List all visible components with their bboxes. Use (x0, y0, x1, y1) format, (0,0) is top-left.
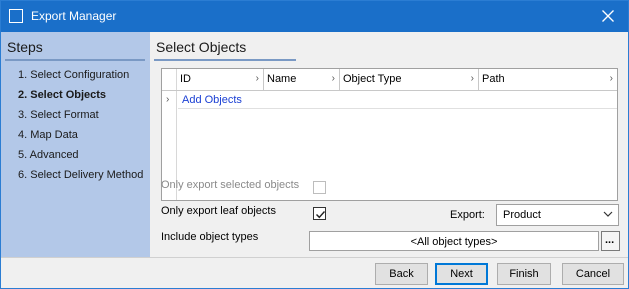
include-object-types-value: <All object types> (410, 236, 498, 248)
chevron-right-icon: › (255, 73, 259, 84)
only-export-selected-label: Only export selected objects (161, 179, 300, 191)
back-button[interactable]: Back (375, 263, 428, 285)
steps-panel: Steps 1. Select Configuration 2. Select … (1, 32, 150, 257)
next-button[interactable]: Next (435, 263, 488, 285)
title-bar: Export Manager (1, 1, 628, 32)
cancel-button-label: Cancel (575, 268, 611, 280)
next-button-label: Next (450, 268, 473, 280)
chevron-right-icon: › (470, 73, 474, 84)
main-panel: Select Objects › ID › Name › Object Type… (150, 32, 628, 257)
column-header-path[interactable]: Path › (479, 69, 617, 90)
chevron-down-icon (603, 211, 613, 217)
chevron-right-icon: › (331, 73, 335, 84)
chevron-right-icon: › (609, 73, 613, 84)
include-object-types-field[interactable]: <All object types> (309, 231, 599, 251)
cancel-button[interactable]: Cancel (562, 263, 624, 285)
export-manager-window: Export Manager Steps 1. Select Configura… (0, 0, 629, 289)
column-header-name[interactable]: Name › (264, 69, 340, 90)
close-button[interactable] (588, 1, 628, 32)
steps-heading: Steps (7, 39, 43, 55)
footer-divider (1, 257, 628, 258)
export-select[interactable]: Product (496, 204, 619, 226)
browse-object-types-button[interactable]: ... (601, 231, 620, 251)
app-window-icon (9, 9, 23, 23)
step-select-format: 3. Select Format (18, 109, 99, 121)
only-export-leaf-checkbox[interactable] (313, 207, 326, 220)
column-header-id[interactable]: ID › (177, 69, 264, 90)
add-objects-row: Add Objects (178, 91, 617, 109)
column-header-id-label: ID (180, 73, 191, 85)
step-advanced: 5. Advanced (18, 149, 79, 161)
step-select-configuration: 1. Select Configuration (18, 69, 130, 81)
step-map-data: 4. Map Data (18, 129, 78, 141)
export-label: Export: (450, 209, 485, 221)
checkmark-icon (316, 211, 326, 219)
include-object-types-label: Include object types (161, 231, 259, 243)
grid-header: ID › Name › Object Type › Path › (162, 69, 617, 91)
add-objects-link[interactable]: Add Objects (182, 94, 242, 106)
only-export-selected-checkbox[interactable] (313, 181, 326, 194)
back-button-label: Back (389, 268, 414, 280)
window-title: Export Manager (31, 9, 117, 23)
page-title-underline (154, 59, 296, 61)
column-header-object-type-label: Object Type (343, 73, 402, 85)
steps-heading-underline (5, 59, 145, 61)
finish-button-label: Finish (509, 268, 539, 280)
page-title: Select Objects (156, 39, 247, 55)
step-select-objects: 2. Select Objects (18, 89, 107, 101)
column-header-object-type[interactable]: Object Type › (340, 69, 479, 90)
export-select-value: Product (503, 209, 541, 221)
step-select-delivery-method: 6. Select Delivery Method (18, 169, 144, 181)
column-header-name-label: Name (267, 73, 297, 85)
close-icon (602, 10, 614, 22)
row-pointer-icon: › (166, 94, 170, 105)
finish-button[interactable]: Finish (497, 263, 551, 285)
ellipsis-icon: ... (605, 234, 615, 246)
column-header-path-label: Path (482, 73, 505, 85)
only-export-leaf-label: Only export leaf objects (161, 205, 276, 217)
